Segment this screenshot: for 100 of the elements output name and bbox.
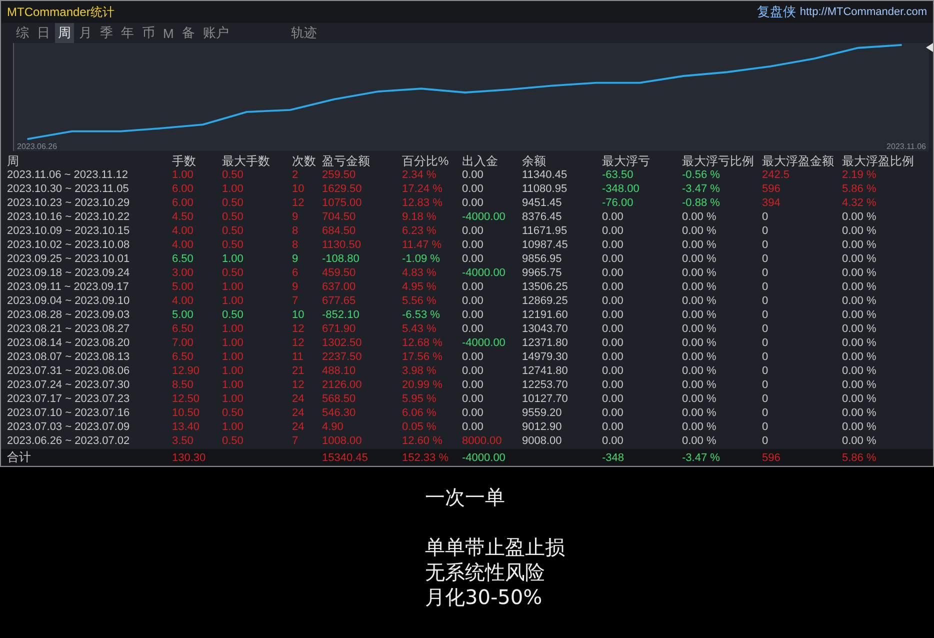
column-header[interactable]: 次数: [292, 153, 322, 170]
table-cell-text: 0: [762, 407, 770, 419]
table-cell-text: 9008.00: [522, 435, 563, 447]
table-cell-text: 2023.09.25 ~ 2023.10.01: [7, 253, 131, 265]
caption-line: 单单带止盈止损: [425, 535, 566, 560]
table-cell-text: 0.00: [462, 183, 484, 195]
tab[interactable]: 月: [76, 23, 95, 43]
table-cell-text: 2023.09.18 ~ 2023.09.24: [7, 267, 131, 279]
table-cell-text: 12253.70: [522, 379, 569, 391]
table-cell-text: 1.00: [222, 295, 244, 307]
table-cell-text: 0.00: [602, 393, 624, 405]
table-cell-text: 0.00: [602, 323, 624, 335]
table-cell-text: 0.00: [462, 225, 484, 237]
triangle-icon[interactable]: [926, 43, 933, 52]
tab[interactable]: 备: [178, 23, 198, 43]
table-cell-text: 12: [292, 197, 306, 209]
column-header[interactable]: 余额: [522, 153, 602, 170]
table-cell-text: 2023.10.16 ~ 2023.10.22: [7, 211, 131, 223]
table-cell-text: 2023.08.28 ~ 2023.09.03: [7, 309, 131, 321]
table-cell-text: 2023.10.23 ~ 2023.10.29: [7, 197, 131, 209]
table-cell-text: 2023.09.11 ~ 2023.09.17: [7, 281, 130, 293]
table-cell-text: 0.00: [462, 393, 484, 405]
table-cell-text: 6.50: [172, 351, 194, 363]
table-cell-text: 1130.50: [322, 239, 362, 251]
table-cell-text: 0: [762, 211, 770, 223]
tab[interactable]: 币: [139, 23, 158, 43]
table-cell-text: 2023.10.30 ~ 2023.11.05: [7, 183, 130, 195]
tab[interactable]: 轨迹: [288, 23, 320, 43]
column-header[interactable]: 周: [7, 153, 172, 170]
tab[interactable]: 年: [118, 23, 137, 43]
column-header[interactable]: 手数: [172, 153, 222, 170]
table-cell-text: 677.65: [322, 295, 357, 307]
tab[interactable]: 账户: [200, 23, 232, 43]
table-cell-text: 0.00: [602, 379, 624, 391]
table-cell-text: 0.50: [222, 407, 244, 419]
table-cell-text: 0.50: [222, 225, 244, 237]
table-cell-text: 704.50: [322, 211, 357, 223]
table-cell-text: 1.00: [222, 379, 244, 391]
column-header[interactable]: 最大浮亏比例: [682, 153, 762, 170]
table-cell-text: 8: [292, 225, 300, 237]
column-header[interactable]: 最大浮盈金额: [762, 153, 842, 170]
table-cell-text: 2023.08.14 ~ 2023.08.20: [7, 337, 131, 349]
table-cell-text: 5.43 %: [402, 323, 438, 335]
table-cell-text: 5.56 %: [402, 295, 438, 307]
table-cell-text: 684.50: [322, 225, 357, 237]
tab[interactable]: 日: [34, 23, 53, 43]
table-cell-text: 4.00: [172, 225, 194, 237]
table-cell-text: 0.00: [462, 323, 484, 335]
table-cell-text: 0.00: [602, 309, 624, 321]
table-cell-text: 0: [762, 435, 770, 447]
table-cell-text: 10987.45: [522, 239, 569, 251]
website-link[interactable]: http://MTCommander.com: [800, 6, 927, 18]
table-cell-text: 12869.25: [522, 295, 569, 307]
table-cell-text: 0.00 %: [842, 281, 878, 293]
table-cell-text: 0.00 %: [842, 351, 878, 363]
tab[interactable]: 周: [55, 23, 74, 43]
column-header[interactable]: 出入金: [462, 153, 522, 170]
table-cell-text: 2023.06.26 ~ 2023.07.02: [7, 435, 131, 447]
caption-heading: 一次一单: [425, 485, 506, 510]
table-cell-text: 0.00 %: [842, 435, 878, 447]
table-cell-text: 0.00 %: [682, 211, 718, 223]
column-header[interactable]: 百分比%: [402, 153, 462, 170]
table-cell-text: 0.00 %: [842, 225, 878, 237]
table-cell-text: 0.00 %: [842, 379, 878, 391]
table-cell-text: 0.00 %: [682, 365, 718, 377]
table-cell-text: -1.09 %: [402, 253, 441, 265]
table-cell-text: 0.00 %: [842, 393, 878, 405]
table-cell-text: 1629.50: [322, 183, 363, 195]
table-cell-text: 4.50: [172, 211, 194, 223]
table-cell-text: -108.80: [322, 253, 360, 265]
table-cell-text: 0.00: [462, 281, 484, 293]
tab[interactable]: 季: [97, 23, 116, 43]
column-header[interactable]: 最大浮亏: [602, 153, 682, 170]
table-cell-text: 11671.95: [522, 225, 568, 237]
column-header[interactable]: 盈亏金额: [322, 153, 402, 170]
table-cell-text: -6.53 %: [402, 309, 441, 321]
column-header[interactable]: 最大手数: [222, 153, 292, 170]
table-cell-text: 12.90: [172, 365, 201, 377]
table-cell-text: 5.86 %: [842, 183, 878, 195]
table-cell-text: 0.00 %: [682, 309, 718, 321]
table-cell-text: 0: [762, 393, 770, 405]
table-cell-text: 0.50: [222, 211, 244, 223]
table-cell-text: 1.00: [222, 421, 244, 433]
table-cell-text: 10.50: [172, 407, 201, 419]
table-cell-text: 12.68 %: [402, 337, 444, 349]
table-cell-text: 8376.45: [522, 211, 563, 223]
tab[interactable]: 综: [13, 23, 32, 43]
table-cell-text: 6.23 %: [402, 225, 438, 237]
column-header[interactable]: 最大浮盈比例: [842, 153, 922, 170]
table-cell-text: 9451.45: [522, 197, 563, 209]
table-cell-text: 0.00: [602, 253, 624, 265]
table-cell-text: 0.00: [462, 421, 484, 433]
tab[interactable]: M: [160, 24, 177, 42]
table-cell-text: 13043.70: [522, 323, 569, 335]
table-cell-text: -76.00: [602, 197, 634, 209]
table-cell-text: 0.05 %: [402, 421, 438, 433]
table-cell-text: 1.00: [172, 169, 194, 181]
table-cell-text: 0.00: [602, 267, 624, 279]
table-cell-text: 9965.75: [522, 267, 563, 279]
table-cell-text: 0: [762, 225, 770, 237]
